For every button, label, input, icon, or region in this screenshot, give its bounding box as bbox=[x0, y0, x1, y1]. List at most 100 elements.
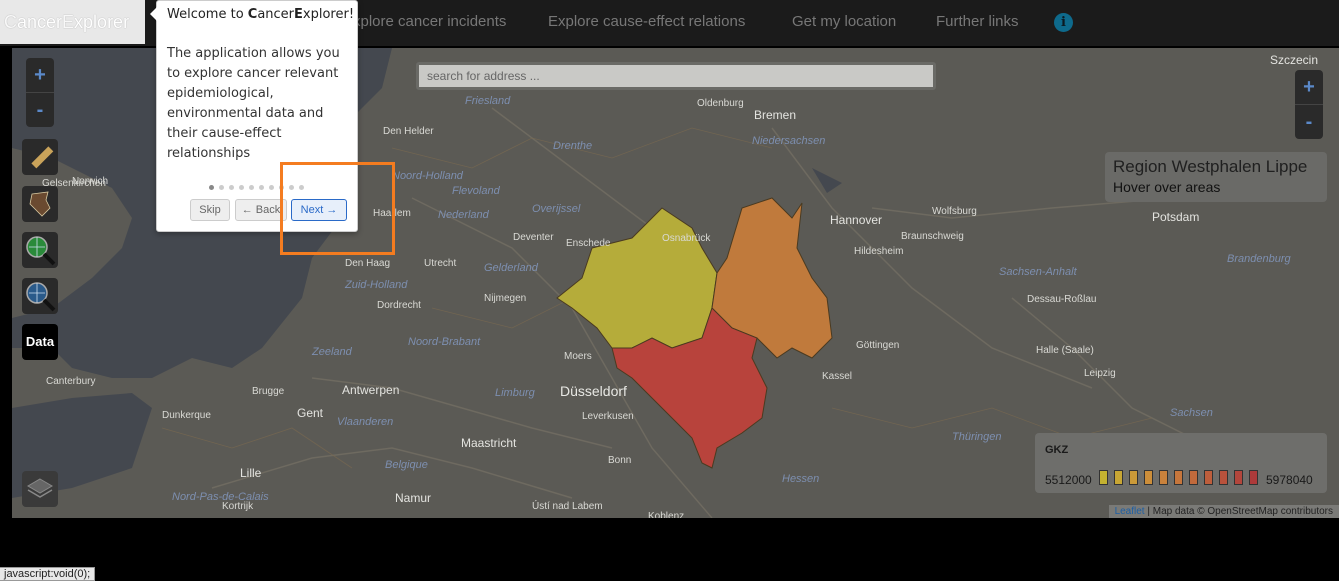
location-search-button[interactable] bbox=[22, 278, 58, 314]
map-label: Friesland bbox=[465, 95, 511, 107]
brand-text-xplorer: xplorer bbox=[74, 12, 130, 32]
map-label: Hessen bbox=[782, 473, 820, 485]
measure-button[interactable] bbox=[22, 139, 58, 175]
map-label: Wolfsburg bbox=[932, 206, 977, 217]
legend-swatch bbox=[1144, 470, 1153, 485]
brand-logo[interactable]: CancerExplorer bbox=[0, 0, 145, 44]
map-label: Hannover bbox=[830, 213, 883, 227]
brand-text-ancer: ancer bbox=[17, 12, 63, 32]
legend-swatch bbox=[1174, 470, 1183, 485]
map-label: Göttingen bbox=[856, 340, 900, 351]
map-label: Düsseldorf bbox=[560, 383, 627, 399]
address-search-input[interactable] bbox=[419, 65, 933, 87]
map-label: Lille bbox=[240, 466, 262, 480]
region-title: Region Westphalen Lippe bbox=[1113, 157, 1308, 176]
heatmap-icon bbox=[29, 191, 51, 217]
legend-max: 5978040 bbox=[1266, 473, 1313, 487]
globe-search-icon bbox=[26, 236, 56, 266]
map-label: Kassel bbox=[822, 371, 853, 382]
map-label: Oldenburg bbox=[697, 98, 744, 109]
globe-search-alt-icon bbox=[26, 282, 56, 312]
zoom-in-button-right[interactable]: + bbox=[1295, 70, 1323, 104]
tour-step-dot bbox=[249, 185, 254, 190]
brand-initial-e: E bbox=[62, 12, 75, 32]
map-label: Den Haag bbox=[345, 258, 391, 269]
map-label: Antwerpen bbox=[342, 383, 400, 397]
tour-title-prefix: Welcome to bbox=[167, 7, 248, 22]
map-label: Halle (Saale) bbox=[1036, 345, 1094, 356]
tour-body: The application allows you to explore ca… bbox=[167, 46, 340, 161]
map-label: Zuid-Holland bbox=[345, 279, 408, 291]
map-label: Moers bbox=[564, 351, 592, 362]
map-label: Den Helder bbox=[383, 126, 434, 137]
attribution-text: | Map data © OpenStreetMap contributors bbox=[1144, 506, 1333, 517]
tour-step-dot bbox=[269, 185, 274, 190]
nav-further-links[interactable]: Further links bbox=[936, 13, 1019, 30]
tour-title-e: E bbox=[294, 7, 303, 22]
map-label: Noord-Holland bbox=[392, 170, 463, 182]
map-label: Osnabrück bbox=[662, 233, 711, 244]
legend-swatch bbox=[1234, 470, 1243, 485]
legend-swatch bbox=[1129, 470, 1138, 485]
address-search[interactable] bbox=[416, 62, 936, 90]
tour-title-ancer: ancer bbox=[257, 7, 295, 22]
map-label: Belgique bbox=[385, 459, 428, 471]
map-label: Dessau-Roßlau bbox=[1027, 294, 1097, 305]
map-label: Dunkerque bbox=[162, 410, 211, 421]
tour-skip-button[interactable]: Skip bbox=[190, 199, 230, 221]
map-label: Szczecin bbox=[1270, 53, 1319, 67]
region-subtitle: Hover over areas bbox=[1113, 179, 1221, 195]
map-label: Koblenz bbox=[648, 511, 685, 518]
legend-swatch bbox=[1189, 470, 1198, 485]
map-label: Braunschweig bbox=[901, 231, 964, 242]
tour-title: Welcome to CancerExplorer! bbox=[167, 7, 354, 22]
map-label: Hildesheim bbox=[854, 246, 904, 257]
popover-arrow bbox=[150, 7, 157, 21]
map-label: Dordrecht bbox=[377, 300, 421, 311]
map-label: Bonn bbox=[608, 455, 632, 466]
zoom-control-left: + - bbox=[26, 58, 54, 127]
zoom-out-button-right[interactable]: - bbox=[1295, 105, 1323, 139]
map-label: Vlaanderen bbox=[337, 416, 394, 428]
map-label: Ústí nad Labem bbox=[532, 501, 603, 512]
map-label: Drenthe bbox=[553, 140, 593, 152]
zoom-out-button[interactable]: - bbox=[26, 93, 54, 127]
nav-explore-cause-effect[interactable]: Explore cause-effect relations bbox=[548, 13, 745, 30]
tour-title-suffix: ! bbox=[348, 7, 355, 22]
nav-explore-cancer-incidents[interactable]: xplore cancer incidents bbox=[353, 13, 506, 30]
leaflet-link[interactable]: Leaflet bbox=[1115, 506, 1145, 517]
legend-swatch bbox=[1219, 470, 1228, 485]
map-label: Canterbury bbox=[46, 376, 96, 387]
map-label: Gent bbox=[297, 406, 324, 420]
map-label: Leverkusen bbox=[582, 411, 634, 422]
zoom-control-right: + - bbox=[1295, 70, 1323, 139]
tour-title-c: C bbox=[247, 7, 258, 22]
tour-step-dot bbox=[259, 185, 264, 190]
legend-swatch bbox=[1249, 470, 1258, 485]
legend-swatches bbox=[1099, 470, 1264, 490]
map-label: Kortrijk bbox=[222, 501, 254, 512]
layers-button[interactable] bbox=[22, 471, 58, 507]
tour-step-dot bbox=[219, 185, 224, 190]
tour-highlight-box bbox=[280, 162, 395, 255]
map-label: Enschede bbox=[566, 238, 611, 249]
tour-step-dot bbox=[209, 185, 214, 190]
map-label: Nijmegen bbox=[484, 293, 527, 304]
data-button[interactable]: Data bbox=[22, 324, 58, 360]
legend-swatch bbox=[1204, 470, 1213, 485]
region-info-panel: Region Westphalen Lippe Hover over areas bbox=[1105, 152, 1327, 202]
map-label: Utrecht bbox=[424, 258, 457, 269]
map-attribution: Leaflet | Map data © OpenStreetMap contr… bbox=[1108, 505, 1339, 518]
info-icon[interactable]: i bbox=[1054, 13, 1073, 32]
zoom-in-button[interactable]: + bbox=[26, 58, 54, 92]
layers-icon bbox=[27, 478, 53, 498]
brand-initial-c: C bbox=[4, 12, 17, 32]
nav-get-my-location[interactable]: Get my location bbox=[792, 13, 896, 30]
ruler-icon bbox=[31, 146, 54, 169]
map-label: Brugge bbox=[252, 386, 285, 397]
cause-effect-search-button[interactable] bbox=[22, 232, 58, 268]
map-label: Gelderland bbox=[484, 262, 538, 274]
heatmap-button[interactable] bbox=[22, 186, 58, 222]
map-label: Sachsen-Anhalt bbox=[999, 266, 1077, 278]
map-label: Overijssel bbox=[532, 203, 581, 215]
